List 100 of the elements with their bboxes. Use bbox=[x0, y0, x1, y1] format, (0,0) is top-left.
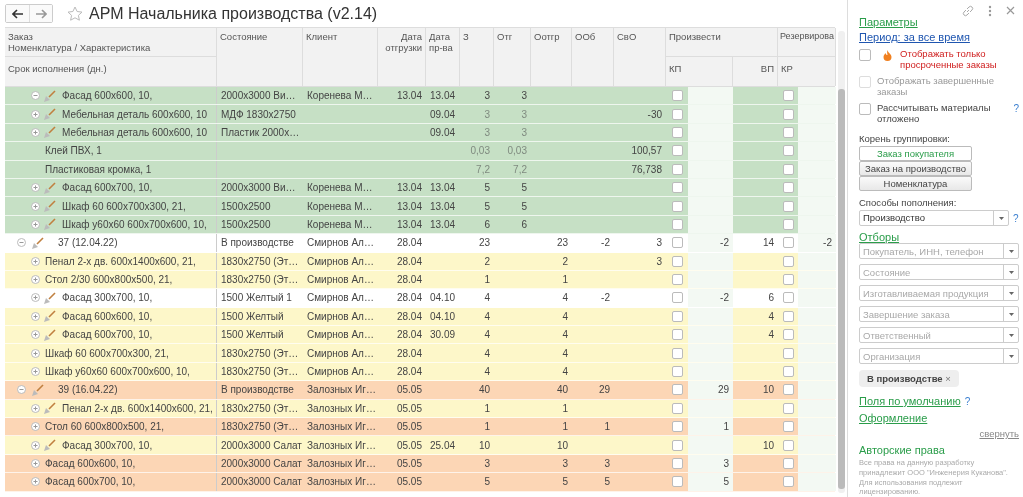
checkbox[interactable] bbox=[671, 402, 683, 414]
collapse-icon[interactable] bbox=[17, 385, 26, 395]
dropdown-field[interactable]: Организация bbox=[859, 348, 1019, 364]
scrollbar[interactable] bbox=[838, 31, 845, 493]
checkbox[interactable] bbox=[671, 237, 683, 249]
checkbox[interactable] bbox=[671, 329, 683, 341]
checkbox[interactable] bbox=[782, 310, 794, 322]
collapse-icon[interactable] bbox=[17, 238, 26, 248]
expand-icon[interactable] bbox=[31, 367, 40, 377]
link-icon[interactable] bbox=[962, 4, 974, 17]
expand-icon[interactable] bbox=[31, 256, 40, 266]
dropdown-field[interactable]: Покупатель, ИНН, телефон bbox=[859, 243, 1019, 259]
checkbox[interactable] bbox=[782, 292, 794, 304]
checkbox[interactable] bbox=[782, 329, 794, 341]
back-button[interactable] bbox=[6, 5, 29, 22]
table-row[interactable]: Фасад 300x700, 10, 2000x3000 Салат Залозных Иг… 05.05 25.04 10 10 10 bbox=[5, 436, 835, 455]
checkbox[interactable] bbox=[671, 476, 683, 488]
dropdown-input[interactable]: Покупатель, ИНН, телефон bbox=[860, 244, 1003, 258]
checkbox[interactable] bbox=[859, 49, 871, 62]
checkbox[interactable] bbox=[782, 274, 794, 286]
table-row[interactable]: Мебельная деталь 600x600, 10 МДФ 1830x2750 09.04 3 3 -30 bbox=[5, 105, 835, 124]
checkbox[interactable] bbox=[782, 218, 794, 230]
checkbox[interactable] bbox=[782, 182, 794, 194]
checkbox[interactable] bbox=[782, 366, 794, 378]
checkbox[interactable] bbox=[782, 439, 794, 451]
checkbox[interactable] bbox=[671, 292, 683, 304]
table-row[interactable]: 39 (16.04.22) В производстве Залозных Иг… 05.05 40 40 29 29 10 bbox=[5, 381, 835, 400]
checkbox[interactable] bbox=[671, 163, 683, 175]
expand-icon[interactable] bbox=[31, 311, 40, 321]
checkbox[interactable] bbox=[782, 476, 794, 488]
expand-icon[interactable] bbox=[31, 477, 40, 487]
checkbox[interactable] bbox=[671, 384, 683, 396]
grouping-button[interactable]: Заказ покупателя bbox=[859, 146, 972, 161]
design-link[interactable]: Оформление bbox=[859, 412, 928, 424]
dropdown-field[interactable]: Завершение заказа bbox=[859, 306, 1019, 322]
checkbox[interactable] bbox=[782, 237, 794, 249]
expand-icon[interactable] bbox=[31, 330, 40, 340]
checkbox[interactable] bbox=[859, 103, 871, 116]
checkbox[interactable] bbox=[671, 366, 683, 378]
collapse-icon[interactable] bbox=[31, 91, 40, 101]
help-link[interactable]: ? bbox=[1013, 103, 1019, 115]
table-row[interactable]: Стол 60 600x800x500, 21, 1830x2750 (Эт… Залозных Иг… 05.05 1 1 1 1 bbox=[5, 418, 835, 437]
section-link[interactable]: Параметры bbox=[859, 17, 918, 28]
expand-icon[interactable] bbox=[31, 127, 40, 137]
help-link[interactable]: ? bbox=[964, 395, 971, 407]
checkbox[interactable] bbox=[671, 200, 683, 212]
table-row[interactable]: Шкаф 60 600x700x300, 21, 1830x2750 (Эт… Смирнов Ал… 28.04 4 4 bbox=[5, 344, 835, 363]
remove-icon[interactable]: × bbox=[945, 373, 951, 384]
checkbox[interactable] bbox=[782, 126, 794, 138]
expand-icon[interactable] bbox=[31, 403, 40, 413]
checkbox[interactable] bbox=[782, 402, 794, 414]
checkbox[interactable] bbox=[782, 458, 794, 469]
close-icon[interactable] bbox=[1006, 6, 1015, 16]
checkbox[interactable] bbox=[671, 182, 683, 194]
checkbox[interactable] bbox=[671, 255, 683, 267]
expand-icon[interactable] bbox=[31, 293, 40, 303]
dropdown-field[interactable]: Ответственный bbox=[859, 327, 1019, 343]
star-icon[interactable] bbox=[67, 5, 83, 22]
checkbox[interactable] bbox=[671, 421, 683, 433]
more-icon[interactable] bbox=[988, 4, 992, 17]
dropdown-input[interactable]: Изготавливаемая продукция bbox=[860, 286, 1003, 300]
filters-link[interactable]: Отборы bbox=[859, 231, 900, 243]
expand-icon[interactable] bbox=[31, 109, 40, 119]
checkbox[interactable] bbox=[782, 255, 794, 267]
checkbox[interactable] bbox=[782, 421, 794, 433]
checkbox[interactable] bbox=[782, 384, 794, 396]
dropdown-input[interactable]: Ответственный bbox=[860, 328, 1003, 342]
grouping-button[interactable]: Номенклатура bbox=[859, 176, 972, 191]
grouping-button[interactable]: Заказ на производство bbox=[859, 161, 972, 176]
expand-icon[interactable] bbox=[31, 219, 40, 229]
checkbox[interactable] bbox=[671, 108, 683, 120]
table-row[interactable]: Фасад 600x600, 10, 2000x3000 Ви… Коренева М… 13.04 13.04 3 3 bbox=[5, 87, 835, 106]
expand-icon[interactable] bbox=[31, 183, 40, 193]
expand-icon[interactable] bbox=[31, 422, 40, 432]
checkbox[interactable] bbox=[782, 347, 794, 359]
expand-icon[interactable] bbox=[31, 459, 40, 468]
checkbox[interactable] bbox=[671, 126, 683, 138]
table-row[interactable]: Клей ПВХ, 1 0,03 0,03 100,57 bbox=[5, 142, 835, 161]
checkbox[interactable] bbox=[671, 458, 683, 469]
collapse-link[interactable]: свернуть bbox=[979, 428, 1019, 439]
checkbox[interactable] bbox=[782, 200, 794, 212]
checkbox[interactable] bbox=[671, 347, 683, 359]
checkbox[interactable] bbox=[671, 218, 683, 230]
dropdown-field[interactable]: Изготавливаемая продукция bbox=[859, 285, 1019, 301]
defaults-link[interactable]: Поля по умолчанию bbox=[859, 395, 961, 407]
checkbox[interactable] bbox=[671, 145, 683, 157]
period-link[interactable]: Период: за все время bbox=[859, 31, 970, 44]
expand-icon[interactable] bbox=[31, 201, 40, 211]
dropdown-field[interactable]: Состояние bbox=[859, 264, 1019, 280]
checkbox[interactable] bbox=[782, 90, 794, 102]
dropdown-input[interactable]: Организация bbox=[860, 349, 1003, 363]
checkbox[interactable] bbox=[671, 90, 683, 102]
checkbox[interactable] bbox=[671, 439, 683, 451]
dropdown-input[interactable]: Состояние bbox=[860, 265, 1003, 279]
table-row[interactable]: Фасад 600x700, 10, 2000x3000 Салат Залозных Иг… 05.05 5 5 5 5 bbox=[5, 473, 835, 492]
expand-icon[interactable] bbox=[31, 348, 40, 358]
dropdown-input[interactable]: Завершение заказа bbox=[860, 307, 1003, 321]
expand-icon[interactable] bbox=[31, 440, 40, 450]
checkbox[interactable] bbox=[782, 163, 794, 175]
filter-chip[interactable]: В производстве × bbox=[859, 370, 959, 387]
